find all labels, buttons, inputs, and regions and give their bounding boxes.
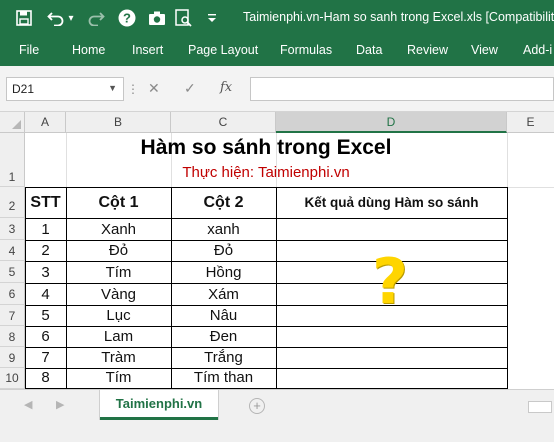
cell-stt[interactable]: 1 [25, 221, 66, 238]
chevron-down-icon[interactable]: ▼ [108, 83, 117, 93]
name-box[interactable]: D21 ▼ [6, 77, 124, 101]
cell-col2[interactable]: Hồng [171, 264, 276, 281]
tab-review[interactable]: Review [407, 43, 448, 57]
row-header-3[interactable]: 3 [0, 218, 25, 240]
next-sheet-icon[interactable]: ▶ [56, 398, 64, 411]
tab-formulas[interactable]: Formulas [280, 43, 332, 57]
table-border [25, 347, 507, 348]
camera-icon[interactable] [147, 7, 167, 29]
undo-icon[interactable] [46, 7, 66, 29]
cell-col2[interactable]: Trắng [171, 349, 276, 366]
table-border [25, 218, 507, 219]
enter-icon[interactable]: ✓ [184, 80, 196, 97]
table-border [25, 240, 507, 241]
tab-file[interactable]: File [19, 43, 39, 57]
cell-col1[interactable]: Vàng [66, 286, 171, 303]
row-header-6[interactable]: 6 [0, 283, 25, 305]
cell-stt[interactable]: 6 [25, 328, 66, 345]
redo-icon[interactable] [86, 7, 106, 29]
cell-col1[interactable]: Tím [66, 369, 171, 386]
header-col1[interactable]: Cột 1 [66, 194, 171, 212]
cell-stt[interactable]: 4 [25, 286, 66, 303]
cell-col1[interactable]: Lục [66, 307, 171, 324]
cancel-icon[interactable]: ✕ [148, 80, 160, 97]
tab-home[interactable]: Home [72, 43, 105, 57]
table-border [25, 261, 507, 262]
undo-dropdown-icon[interactable]: ▾ [66, 7, 76, 29]
sheet-title: Hàm so sánh trong Excel [140, 136, 392, 159]
print-preview-icon[interactable] [173, 7, 193, 29]
table-border [25, 187, 507, 188]
help-icon[interactable]: ? [117, 7, 137, 29]
cell-col1[interactable]: Tím [66, 264, 171, 281]
sheet-tab-taimienphi[interactable]: Taimienphi.vn [100, 390, 218, 420]
cell-col2[interactable]: Xám [171, 286, 276, 303]
svg-text:?: ? [123, 11, 131, 26]
horizontal-scrollbar[interactable] [528, 401, 552, 413]
header-col2[interactable]: Cột 2 [171, 194, 276, 212]
name-box-value: D21 [12, 82, 35, 96]
window-title: Taimienphi.vn-Ham so sanh trong Excel.xl… [243, 10, 554, 24]
formula-bar-area: D21 ▼ ⋮ ✕ ✓ fx [0, 66, 554, 112]
cell-col2[interactable]: Nâu [171, 307, 276, 324]
cell-col1[interactable]: Lam [66, 328, 171, 345]
ribbon-tab-bar: File Home Insert Page Layout Formulas Da… [0, 37, 554, 66]
cell-stt[interactable]: 3 [25, 264, 66, 281]
header-result[interactable]: Kết quả dùng Hàm so sánh [276, 195, 507, 210]
column-header-b[interactable]: B [66, 112, 171, 133]
cell-col1[interactable]: Tràm [66, 349, 171, 366]
row-header-2[interactable]: 2 [0, 187, 25, 218]
row-header-8[interactable]: 8 [0, 326, 25, 347]
table-border [507, 187, 508, 389]
row-header-4[interactable]: 4 [0, 240, 25, 261]
tab-view[interactable]: View [471, 43, 498, 57]
sheet-subtitle: Thực hiện: Taimienphi.vn [182, 164, 350, 181]
add-sheet-icon[interactable]: + [249, 398, 265, 414]
table-border [25, 305, 507, 306]
cell-stt[interactable]: 5 [25, 307, 66, 324]
select-all-button[interactable] [0, 112, 25, 133]
worksheet-grid[interactable]: Hàm so sánh trong Excel Thực hiện: Taimi… [25, 133, 554, 389]
cell-col2[interactable]: Tím than [171, 369, 276, 386]
formula-input[interactable] [250, 77, 554, 101]
row-header-9[interactable]: 9 [0, 347, 25, 368]
cell-col2[interactable]: xanh [171, 221, 276, 238]
cell-stt[interactable]: 8 [25, 369, 66, 386]
table-border [276, 187, 277, 389]
table-border [25, 326, 507, 327]
tab-page-layout[interactable]: Page Layout [188, 43, 258, 57]
table-border [25, 283, 507, 284]
row-header-10[interactable]: 10 [0, 368, 25, 389]
row-header-5[interactable]: 5 [0, 261, 25, 283]
cell-col2[interactable]: Đen [171, 328, 276, 345]
cell-stt[interactable]: 7 [25, 349, 66, 366]
splitter-dots-icon[interactable]: ⋮ [127, 82, 139, 96]
previous-sheet-icon[interactable]: ◀ [24, 398, 32, 411]
sheet-tab-bar: ◀ ▶ Taimienphi.vn + [0, 389, 554, 442]
save-icon[interactable] [14, 7, 34, 29]
column-header-e[interactable]: E [507, 112, 554, 133]
select-all-triangle-icon [12, 120, 21, 129]
header-stt[interactable]: STT [25, 194, 66, 212]
cell-col1[interactable]: Đỏ [66, 242, 171, 259]
insert-function-icon[interactable]: fx [220, 80, 232, 95]
cell-col2[interactable]: Đỏ [171, 242, 276, 259]
cell-col1[interactable]: Xanh [66, 221, 171, 238]
title-bar: ▾ ? Taimienphi.vn-Ham so sanh trong Exce… [0, 0, 554, 37]
question-mark-icon: ? [372, 245, 408, 318]
row-header-1[interactable]: 1 [0, 133, 25, 187]
tab-add-ins[interactable]: Add-i [523, 43, 552, 57]
customize-dropdown-icon[interactable] [205, 7, 219, 29]
column-header-a[interactable]: A [25, 112, 66, 133]
column-header-d[interactable]: D [276, 112, 507, 133]
row-header-7[interactable]: 7 [0, 305, 25, 326]
tab-data[interactable]: Data [356, 43, 382, 57]
tab-insert[interactable]: Insert [132, 43, 163, 57]
cell-stt[interactable]: 2 [25, 242, 66, 259]
column-header-c[interactable]: C [171, 112, 276, 133]
